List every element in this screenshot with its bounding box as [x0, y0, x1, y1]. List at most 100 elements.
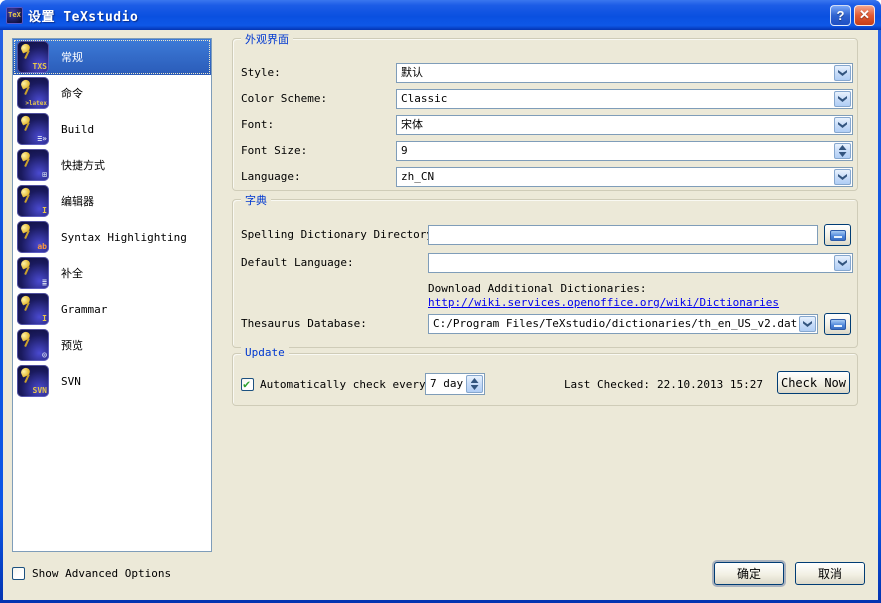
build-icon: ≡»	[17, 113, 49, 145]
help-button[interactable]: ?	[830, 5, 851, 26]
spelling-directory-browse-button[interactable]	[824, 224, 851, 246]
font-size-label: Font Size:	[241, 141, 307, 161]
language-value: zh_CN	[401, 168, 832, 186]
font-combobox[interactable]: 宋体	[396, 115, 853, 135]
language-label: Language:	[241, 167, 301, 187]
chevron-down-icon	[838, 122, 847, 128]
sidebar-item-label: SVN	[61, 375, 81, 388]
chevron-down-icon	[803, 321, 812, 327]
spelling-directory-label: Spelling Dictionary Directory:	[241, 225, 440, 245]
show-advanced-options-checkbox[interactable]	[12, 567, 25, 580]
style-value: 默认	[401, 64, 832, 82]
check-interval-value: 7 days	[430, 374, 464, 392]
appearance-group: 外观界面 Style:默认Color Scheme:ClassicFont:宋体…	[232, 38, 858, 191]
font-size-spinbox[interactable]: 9	[396, 141, 853, 161]
sidebar-item-label: Syntax Highlighting	[61, 231, 187, 244]
sidebar-item-editor[interactable]: I 编辑器	[13, 183, 211, 219]
check-interval-spinbox[interactable]: 7 days	[425, 373, 485, 395]
sidebar-item-general[interactable]: TXS 常规	[13, 39, 211, 75]
open-folder-icon	[830, 230, 846, 241]
default-language-value	[433, 254, 832, 272]
default-language-combobox[interactable]	[428, 253, 853, 273]
thesaurus-database-browse-button[interactable]	[824, 313, 851, 335]
close-button[interactable]: ✕	[854, 5, 875, 26]
dropdown-arrow-button[interactable]	[834, 169, 851, 185]
style-combobox[interactable]: 默认	[396, 63, 853, 83]
icon-glyph: ◎	[42, 351, 47, 359]
thesaurus-database-label: Thesaurus Database:	[241, 314, 367, 334]
general-icon: TXS	[17, 41, 49, 73]
syntax-highlighting-icon: ab	[17, 221, 49, 253]
commands-icon: >latex	[17, 77, 49, 109]
sidebar-item-label: 命令	[61, 85, 83, 101]
completion-icon: ≣	[17, 257, 49, 289]
spelling-directory-input[interactable]	[428, 225, 818, 245]
spin-down-icon	[471, 385, 479, 390]
dialog-client-area: TXS 常规 >latex 命令 ≡» Build ⊞ 快捷方式 I 编辑器 ab Syntax Hi…	[3, 30, 878, 600]
check-now-button[interactable]: Check Now	[777, 371, 850, 394]
app-icon: TeX	[6, 7, 23, 24]
icon-glyph: TXS	[33, 63, 47, 71]
show-advanced-options-label: Show Advanced Options	[32, 567, 171, 580]
spelling-directory-value	[433, 226, 813, 244]
language-combobox[interactable]: zh_CN	[396, 167, 853, 187]
preview-icon: ◎	[17, 329, 49, 361]
sidebar-item-label: Build	[61, 123, 94, 136]
dropdown-arrow-button[interactable]	[799, 316, 816, 332]
spinner-buttons[interactable]	[834, 143, 851, 159]
auto-check-label: Automatically check every	[260, 378, 426, 391]
update-group: Update Automatically check every 7 days …	[232, 353, 858, 406]
sidebar-item-label: 补全	[61, 265, 83, 281]
sidebar-item-label: 预览	[61, 337, 83, 353]
dropdown-arrow-button[interactable]	[834, 117, 851, 133]
sidebar-item-svn[interactable]: SVN SVN	[13, 363, 211, 399]
icon-glyph: ≣	[42, 279, 47, 287]
icon-glyph: ab	[37, 243, 47, 251]
sidebar-item-preview[interactable]: ◎ 预览	[13, 327, 211, 363]
icon-glyph: SVN	[33, 387, 47, 395]
sidebar-item-grammar[interactable]: IGrammar	[13, 291, 211, 327]
last-checked-value: 22.10.2013 15:27	[657, 378, 763, 391]
window-title: 设置 TeXstudio	[28, 6, 138, 25]
thesaurus-database-combobox[interactable]: C:/Program Files/TeXstudio/dictionaries/…	[428, 314, 818, 334]
sidebar-item-label: 快捷方式	[61, 157, 105, 173]
svn-icon: SVN	[17, 365, 49, 397]
sidebar-item-shortcuts[interactable]: ⊞ 快捷方式	[13, 147, 211, 183]
dictionary-group-title: 字典	[241, 192, 271, 208]
thesaurus-database-value: C:/Program Files/TeXstudio/dictionaries/…	[433, 315, 797, 333]
dropdown-arrow-button[interactable]	[834, 91, 851, 107]
cancel-button[interactable]: 取消	[795, 562, 865, 585]
dropdown-arrow-button[interactable]	[834, 65, 851, 81]
open-folder-icon	[830, 319, 846, 330]
title-bar[interactable]: TeX 设置 TeXstudio ? ✕	[0, 0, 881, 30]
sidebar-item-syntax-highlighting[interactable]: ab Syntax Highlighting	[13, 219, 211, 255]
icon-glyph: I	[42, 207, 47, 215]
shortcuts-icon: ⊞	[17, 149, 49, 181]
style-label: Style:	[241, 63, 281, 83]
color-scheme-combobox[interactable]: Classic	[396, 89, 853, 109]
spin-down-icon	[839, 152, 847, 157]
color-scheme-value: Classic	[401, 90, 832, 108]
chevron-down-icon	[838, 70, 847, 76]
sidebar-item-label: 编辑器	[61, 193, 94, 209]
update-group-title: Update	[241, 346, 289, 359]
settings-category-list[interactable]: TXS 常规 >latex 命令 ≡» Build ⊞ 快捷方式 I 编辑器 ab Syntax Hi…	[12, 38, 212, 552]
last-checked-label: Last Checked:	[564, 378, 650, 391]
download-dictionaries-link[interactable]: http://wiki.services.openoffice.org/wiki…	[428, 293, 779, 313]
sidebar-item-commands[interactable]: >latex 命令	[13, 75, 211, 111]
ok-button[interactable]: 确定	[714, 562, 784, 585]
auto-check-checkbox[interactable]	[241, 378, 254, 391]
icon-glyph: >latex	[25, 101, 47, 107]
spinner-buttons[interactable]	[466, 375, 483, 393]
dropdown-arrow-button[interactable]	[834, 255, 851, 271]
font-value: 宋体	[401, 116, 832, 134]
sidebar-item-completion[interactable]: ≣ 补全	[13, 255, 211, 291]
spin-up-icon	[471, 378, 479, 383]
sidebar-item-label: 常规	[61, 49, 83, 65]
dictionary-group: 字典 Spelling Dictionary Directory: Defaul…	[232, 199, 858, 348]
icon-glyph: ≡»	[37, 135, 47, 143]
chevron-down-icon	[838, 260, 847, 266]
sidebar-item-build[interactable]: ≡» Build	[13, 111, 211, 147]
editor-icon: I	[17, 185, 49, 217]
color-scheme-label: Color Scheme:	[241, 89, 327, 109]
